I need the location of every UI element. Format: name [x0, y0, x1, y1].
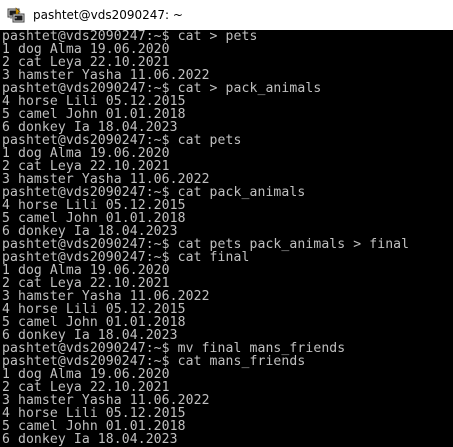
putty-icon[interactable] [7, 6, 25, 24]
terminal-lines: pashtet@vds2090247:~$ cat > pets 1 dog Al… [2, 30, 409, 446]
title-bar[interactable]: pashtet@vds2090247: ~ [0, 0, 453, 30]
terminal-window: pashtet@vds2090247: ~ pashtet@vds2090247… [0, 0, 453, 447]
terminal-line: 6 donkey Ia 18.04.2023 [2, 432, 178, 447]
window-title: pashtet@vds2090247: ~ [33, 8, 183, 22]
terminal-output[interactable]: pashtet@vds2090247:~$ cat > pets 1 dog Al… [0, 30, 453, 447]
